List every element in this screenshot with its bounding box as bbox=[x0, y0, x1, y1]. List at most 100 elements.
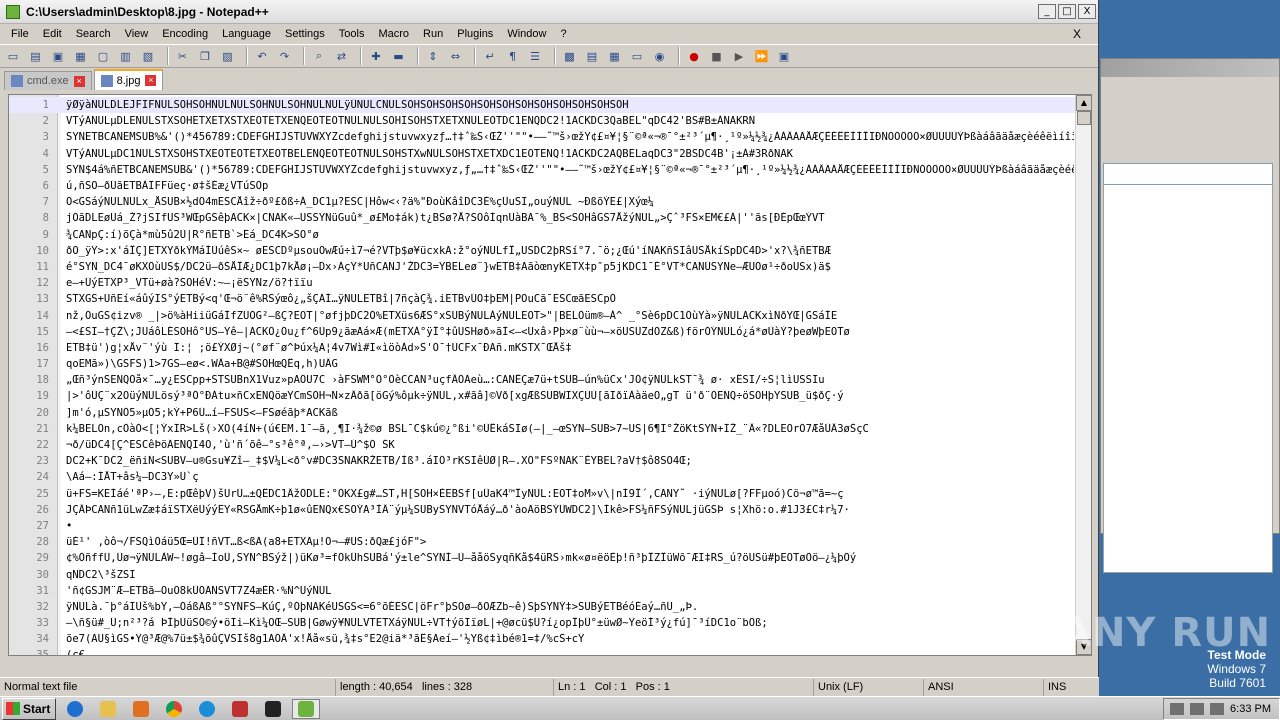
editor-line[interactable]: 32 ÿNULà.¯þ°áÏÜš%bŸ,–ÓáßÃß°°SYNFS–KúÇ,ºÓþ… bbox=[9, 599, 1077, 615]
editor-line[interactable]: 3 SYNETBCANEMSUB%&'()*456789:CDEFGHIJSTUV… bbox=[9, 129, 1077, 145]
macro-play-icon[interactable]: ▶ bbox=[730, 47, 748, 65]
user-language-icon[interactable]: ▩ bbox=[561, 47, 579, 65]
function-list-icon[interactable]: ▦ bbox=[606, 47, 624, 65]
line-text[interactable]: 'ñ¢GSJM¨Æ–ETBã–ÕuÕ8kÚÕÃÑSVT7Z4æÈR·%Ñ^ÜýN… bbox=[66, 585, 1074, 597]
line-text[interactable]: DC2+K¯DC2_ëñiÑ<SUBV–u®Gsu¥Zî–_‡$V¼L<ð°v#… bbox=[66, 455, 1074, 467]
close-all-icon[interactable]: ▥ bbox=[117, 47, 135, 65]
line-text[interactable]: VTýÄNULµDC1NULSTXSOHSTXEOTEOTETXEOTBELEN… bbox=[66, 148, 1074, 160]
editor-line[interactable]: 9 ¾CANpÇ:í)õÇà*mù5û2Ù|R°ñETB`>Ëá_DC4K>SO°… bbox=[9, 227, 1077, 243]
undo-icon[interactable]: ↶ bbox=[253, 47, 271, 65]
menu-plugins[interactable]: Plugins bbox=[450, 28, 500, 40]
line-text[interactable]: üÉ¹' ,òô¬/FSQìÕáü5Œ=ÜÏ!ñVT…ß<ßÃ(a8+ETXÃµ… bbox=[66, 536, 1074, 548]
line-text[interactable]: ÿNULà.¯þ°áÏÜš%bŸ,–ÓáßÃß°°SYNFS–KúÇ,ºÓþNA… bbox=[66, 601, 1074, 613]
menu-file[interactable]: File bbox=[4, 28, 36, 40]
minimize-button[interactable]: _ bbox=[1038, 4, 1056, 19]
line-text[interactable]: k¼BELÕn,cÒàÓ<[¦ÝxÏR>Lš(›XÓ(4íN+(ú€EM.1¯–… bbox=[66, 423, 1074, 435]
line-text[interactable]: ü+FS=KEÍáé'ªP›—,E:pŒêþV)šUrÜ…±QÊDC1ÂžÖDL… bbox=[66, 488, 1074, 500]
macro-stop-icon[interactable]: ■ bbox=[708, 47, 726, 65]
line-text[interactable]: nž,ÕuGS¢izv® _|>ö%àHiiüGáÌfZÚÓG²–ßÇ?EOT|… bbox=[66, 310, 1074, 322]
editor-line[interactable]: 5 SYN$4á%ñETBCANEMSUB&'()*56789:CDEFGHIJS… bbox=[9, 162, 1077, 178]
editor-line[interactable]: 10 ðÕ_ÿŸ>:x'áÎÇ]ETXYðkÝMáÍÙúêS×~ øESCDºµs… bbox=[9, 243, 1077, 259]
redo-icon[interactable]: ↷ bbox=[276, 47, 294, 65]
line-text[interactable]: (c€ bbox=[66, 649, 1074, 655]
line-text[interactable]: qNDC2\³šZSI bbox=[66, 569, 1074, 581]
editor-line[interactable]: 26 JÇÂÞCANñ1üLwZæ‡áïSTXëÜýýËY«RSGÅmK÷þ1ø«… bbox=[9, 502, 1077, 518]
line-text[interactable]: JÇÂÞCANñ1üLwZæ‡áïSTXëÜýýËY«RSGÅmK÷þ1ø«ûE… bbox=[66, 504, 1074, 516]
line-text[interactable]: é°SYN_DC4¯øKXÖùUS$/DC2ü–ðŠÅÎÆ¿DC1þ7kÅø¡—… bbox=[66, 261, 1074, 273]
line-text[interactable]: jÓãDLEøÜá_Ž?jSIfUS³WŒpGSêþACK×|CNAK«–USS… bbox=[66, 212, 1074, 224]
editor-line[interactable]: 31 'ñ¢GSJM¨Æ–ETBã–ÕuÕ8kÚÕÃÑSVT7Z4æÈR·%Ñ^Ü… bbox=[9, 583, 1077, 599]
menu-view[interactable]: View bbox=[118, 28, 156, 40]
macro-save-icon[interactable]: ▣ bbox=[775, 47, 793, 65]
editor-line[interactable]: 21 k¼BELÕn,cÒàÓ<[¦ÝxÏR>Lš(›XÓ(4íN+(ú€EM.1… bbox=[9, 421, 1077, 437]
taskbar-explorer[interactable] bbox=[94, 699, 122, 719]
folder-workspace-icon[interactable]: ▭ bbox=[628, 47, 646, 65]
save-all-icon[interactable]: ▦ bbox=[72, 47, 90, 65]
copy-icon[interactable]: ❐ bbox=[196, 47, 214, 65]
taskbar-notepadpp[interactable] bbox=[292, 698, 320, 719]
line-text[interactable]: \Aá–:ÍÅT+âs¼–DC3Y»Ú`ç bbox=[66, 471, 1074, 483]
line-text[interactable]: qoEMã»)\GSFS)1>7GS–eø<.WÂa+B@#SOHœQÊq,h)… bbox=[66, 358, 1074, 370]
menu-edit[interactable]: Edit bbox=[36, 28, 69, 40]
sync-vertical-icon[interactable]: ⇕ bbox=[424, 47, 442, 65]
line-text[interactable]: ÿØÿàNULDLEJFIFNULSOHSOHNULNULSOHNULSOHNU… bbox=[66, 99, 1074, 111]
editor-line[interactable]: 18 „Œñ³ýnSENQÕå×¯…y¿ESCpp+STSUBnX1Vuz»pÃÔ… bbox=[9, 372, 1077, 388]
cut-icon[interactable]: ✂ bbox=[174, 47, 192, 65]
taskbar-chrome[interactable] bbox=[160, 699, 188, 719]
editor-line[interactable]: 22 ¬ð/üDC4[Ç^ESCêÞöÄENQI4O,'ù'ñ´õê–°s³ê°ª… bbox=[9, 437, 1077, 453]
line-text[interactable]: õe7(AU§ìGS•Ÿ@³Æ@%7ü±$¾õûÇVSIš8g1ÃÓÂ'x!Åå… bbox=[66, 633, 1074, 645]
editor-line[interactable]: 12 e–+ÛýETXP³_VTü+øà?SOHéV:~–¡ëSYNz/ö?†ïï… bbox=[9, 275, 1077, 291]
editor-line[interactable]: 8 jÓãDLEøÜá_Ž?jSIfUS³WŒpGSêþACK×|CNAK«–US… bbox=[9, 210, 1077, 226]
line-text[interactable]: e–+ÛýETXP³_VTü+øà?SOHéV:~–¡ëSYNz/ö?†ïïu bbox=[66, 277, 1074, 289]
save-icon[interactable]: ▣ bbox=[49, 47, 67, 65]
text-editor[interactable]: 1 ÿØÿàNULDLEJFIFNULSOHSOHNULNULSOHNULSOHN… bbox=[8, 94, 1092, 656]
document-map-icon[interactable]: ▤ bbox=[583, 47, 601, 65]
indent-guide-icon[interactable]: ☰ bbox=[526, 47, 544, 65]
editor-line[interactable]: 30 qNDC2\³šZSI bbox=[9, 566, 1077, 582]
taskbar-cmd[interactable] bbox=[259, 699, 287, 719]
vertical-scrollbar[interactable]: ▲ ▼ bbox=[1075, 95, 1091, 655]
menu-tools[interactable]: Tools bbox=[332, 28, 372, 40]
editor-line[interactable]: 4 VTýÄNULµDC1NULSTXSOHSTXEOTEOTETXEOTBELE… bbox=[9, 146, 1077, 162]
line-text[interactable]: |>'ôÜÇ¨x2OüýNULösý³ªÔ°ÐÁtu×ñCxENQöæŸCmSO… bbox=[66, 390, 1074, 402]
close-file-icon[interactable]: ▢ bbox=[94, 47, 112, 65]
editor-line[interactable]: 15 –<£SI–†ÇŽ\;JUáôLÈSOHô°US–Ÿê–|ACKÖ¿Óu¿f… bbox=[9, 324, 1077, 340]
scroll-thumb[interactable] bbox=[1077, 111, 1091, 125]
open-file-icon[interactable]: ▤ bbox=[27, 47, 45, 65]
zoom-in-icon[interactable]: ✚ bbox=[367, 47, 385, 65]
line-text[interactable]: ETB‡ü')g¦xÅv¨'ýù Ï:¦ ;ö£ÝXØj~(°øf¨ø^Þúx¼… bbox=[66, 342, 1074, 354]
start-button[interactable]: Start bbox=[2, 697, 56, 720]
menu-help[interactable]: ? bbox=[553, 28, 573, 40]
menu-window[interactable]: Window bbox=[500, 28, 553, 40]
close-document-button[interactable]: X bbox=[1066, 27, 1088, 41]
maximize-button[interactable]: □ bbox=[1058, 4, 1076, 19]
menu-language[interactable]: Language bbox=[215, 28, 278, 40]
taskbar-ie[interactable] bbox=[61, 699, 89, 719]
line-text[interactable]: • bbox=[66, 520, 1074, 532]
sync-horizontal-icon[interactable]: ⇔ bbox=[447, 47, 465, 65]
line-text[interactable]: „Œñ³ýnSENQÕå×¯…y¿ESCpp+STSUBnX1Vuz»pÃÔU7… bbox=[66, 374, 1074, 386]
editor-line[interactable]: 20]m'ó,µSYNÓ5»µÓ5;kÝ+P6Ü…í–FSUS<–FSøéãþ*… bbox=[9, 405, 1077, 421]
monitoring-icon[interactable]: ◉ bbox=[651, 47, 669, 65]
editor-line[interactable]: 33 –\ñ§ü#_Ü;n²³?á ÞÍþÙüSO©ý•öÏi–Kì¼OŒ–SUB… bbox=[9, 615, 1077, 631]
editor-line[interactable]: 28 üÉ¹' ,òô¬/FSQìÕáü5Œ=ÜÏ!ñVT…ß<ßÃ(a8+ETX… bbox=[9, 534, 1077, 550]
editor-line[interactable]: 11 é°SYN_DC4¯øKXÖùUS$/DC2ü–ðŠÅÎÆ¿DC1þ7kÅø… bbox=[9, 259, 1077, 275]
taskbar-edge[interactable] bbox=[193, 699, 221, 719]
menu-search[interactable]: Search bbox=[69, 28, 118, 40]
tab-8-jpg[interactable]: 8.jpg × bbox=[93, 69, 164, 90]
menu-settings[interactable]: Settings bbox=[278, 28, 332, 40]
editor-line[interactable]: 1 ÿØÿàNULDLEJFIFNULSOHSOHNULNULSOHNULSOHN… bbox=[9, 97, 1077, 114]
editor-line[interactable]: 7 Ó<GSáýNULNULx_ÅSUB×½dÕ4mESCÅîž÷ðº£ðß÷Á_… bbox=[9, 194, 1077, 210]
macro-run-multiple-icon[interactable]: ⏩ bbox=[753, 47, 771, 65]
line-text[interactable]: ¾CANpÇ:í)õÇà*mù5û2Ù|R°ñETB`>Ëá_DC4K>SO°ø bbox=[66, 229, 1074, 241]
close-tab-icon[interactable]: × bbox=[73, 75, 85, 87]
editor-line[interactable]: 2 VTýÄNULµDLENULSTXSOHETXETXSTXEOTETXENQE… bbox=[9, 113, 1077, 129]
editor-line[interactable]: 29 ¢%ÓñffÛ,Üø¬ÿNULÀW~!øgâ–ÌoÛ,SYN^BSýž|)ü… bbox=[9, 550, 1077, 566]
editor-line[interactable]: 24 \Aá–:ÍÅT+âs¼–DC3Y»Ú`ç bbox=[9, 469, 1077, 485]
menu-macro[interactable]: Macro bbox=[371, 28, 416, 40]
line-text[interactable]: VTýÄNULµDLENULSTXSOHETXETXSTXEOTETXENQEO… bbox=[66, 115, 1074, 127]
network-icon[interactable] bbox=[1190, 702, 1205, 715]
new-file-icon[interactable]: ▭ bbox=[4, 47, 22, 65]
show-all-chars-icon[interactable]: ¶ bbox=[504, 47, 522, 65]
editor-line[interactable]: 19 |>'ôÜÇ¨x2OüýNULösý³ªÔ°ÐÁtu×ñCxENQöæŸCm… bbox=[9, 388, 1077, 404]
